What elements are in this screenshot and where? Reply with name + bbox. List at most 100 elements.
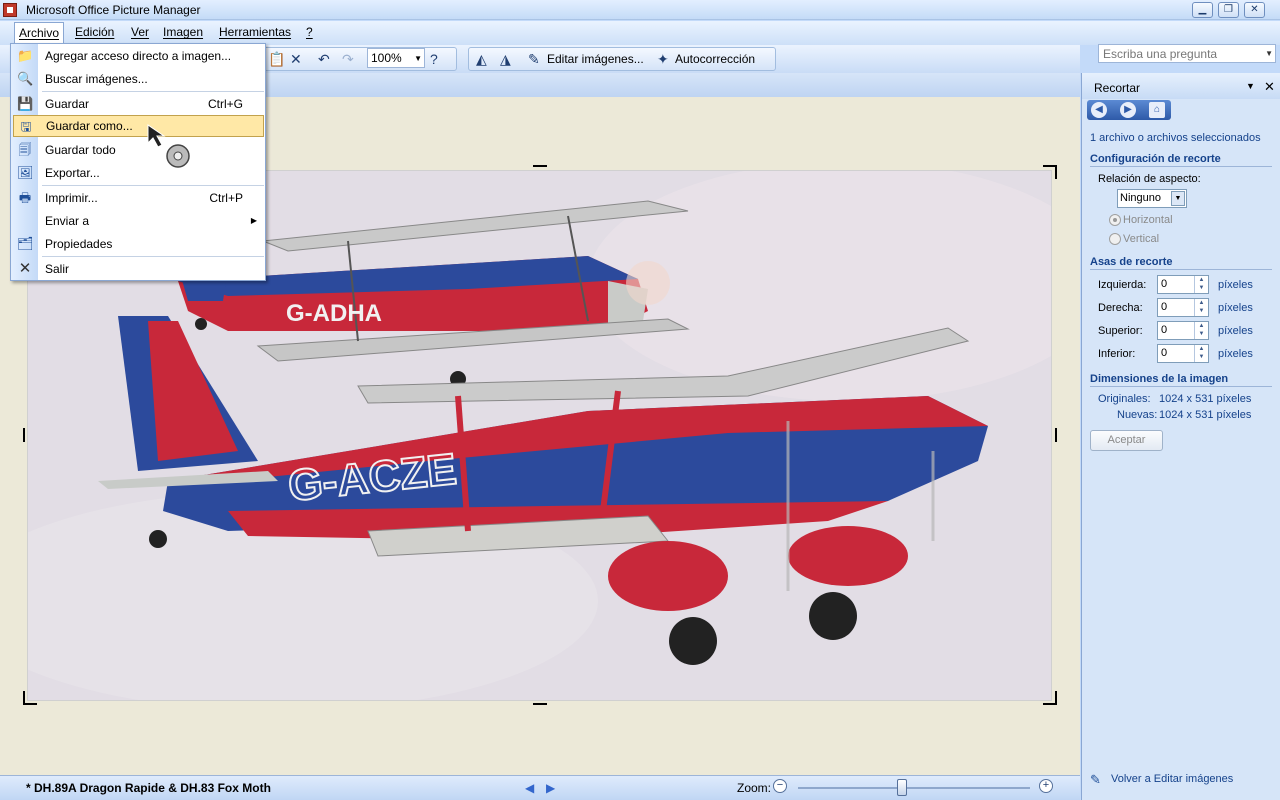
- rotate-left-icon[interactable]: ◭: [476, 51, 487, 68]
- back-icon[interactable]: ◀: [1091, 102, 1107, 118]
- selection-count: 1 archivo o archivos seleccionados: [1090, 132, 1261, 144]
- close-window-button[interactable]: ✕: [1244, 2, 1265, 18]
- crop-handle-top[interactable]: [533, 165, 547, 167]
- menu-separator: [42, 185, 264, 186]
- chevron-down-icon[interactable]: ▼: [1246, 81, 1255, 91]
- save-as-icon: 🖫: [20, 119, 32, 134]
- crop-handle-left[interactable]: [23, 428, 25, 442]
- menu-archivo[interactable]: Archivo: [14, 22, 65, 45]
- aspect-ratio-label: Relación de aspecto:: [1098, 173, 1201, 185]
- left-spinner[interactable]: 0 ▲ ▼: [1157, 275, 1209, 294]
- crop-settings-heading: Configuración de recorte: [1090, 153, 1272, 167]
- bottom-value: 0: [1161, 347, 1168, 359]
- status-filename: * DH.89A Dragon Rapide & DH.83 Fox Moth: [26, 781, 271, 795]
- original-dimensions-value: 1024 x 531 píxeles: [1159, 393, 1252, 405]
- edit-images-button[interactable]: Editar imágenes...: [547, 52, 644, 66]
- previous-image-icon[interactable]: ◀: [525, 781, 534, 795]
- zoom-combo-value: 100%: [371, 51, 402, 65]
- menu-item-send-to[interactable]: Enviar a ▶: [11, 210, 265, 232]
- chevron-down-icon[interactable]: ▼: [1171, 191, 1185, 206]
- next-image-icon[interactable]: ▶: [546, 781, 555, 795]
- properties-icon: 🗂: [17, 236, 34, 251]
- menu-imagen[interactable]: Imagen: [163, 25, 203, 39]
- edit-images-icon[interactable]: ✎: [528, 51, 540, 68]
- aspect-ratio-select[interactable]: Ninguno ▼: [1117, 189, 1187, 208]
- zoom-combo[interactable]: 100% ▼: [367, 48, 425, 68]
- ask-question-placeholder: Escriba una pregunta: [1103, 47, 1218, 61]
- menu-item-label: Imprimir...: [45, 191, 98, 205]
- home-icon[interactable]: ⌂: [1149, 102, 1165, 118]
- top-spinner[interactable]: 0 ▲ ▼: [1157, 321, 1209, 340]
- back-to-edit-link[interactable]: Volver a Editar imágenes: [1111, 773, 1233, 785]
- close-pane-icon[interactable]: ✕: [1264, 79, 1275, 95]
- left-label: Izquierda:: [1098, 279, 1147, 291]
- spin-arrows-icon[interactable]: ▲ ▼: [1194, 276, 1208, 293]
- ask-question-input[interactable]: Escriba una pregunta ▼: [1098, 44, 1276, 63]
- menu-item-properties[interactable]: 🗂 Propiedades: [11, 233, 265, 255]
- menu-item-export[interactable]: 🖼 Exportar...: [11, 162, 265, 184]
- save-icon: 💾: [17, 96, 34, 111]
- crop-task-pane: Recortar ▼ ✕ ◀ ▶ ⌂ 1 archivo o archivos …: [1081, 73, 1280, 800]
- menu-herramientas[interactable]: Herramientas: [219, 25, 291, 39]
- help-icon[interactable]: ?: [430, 51, 438, 67]
- zoom-label: Zoom:: [737, 781, 772, 795]
- menu-item-save-all[interactable]: 🗐 Guardar todo: [11, 139, 265, 161]
- aspect-ratio-value: Ninguno: [1120, 192, 1161, 204]
- menu-item-find-images[interactable]: 🔍 Buscar imágenes...: [11, 68, 265, 90]
- busy-cursor-icon: [147, 124, 190, 168]
- menu-item-label: Buscar imágenes...: [45, 72, 148, 86]
- vertical-radio[interactable]: [1109, 233, 1121, 245]
- minimize-button[interactable]: ▁: [1192, 2, 1213, 18]
- forward-icon[interactable]: ▶: [1120, 102, 1136, 118]
- left-value: 0: [1161, 278, 1168, 290]
- new-dimensions-value: 1024 x 531 píxeles: [1159, 409, 1252, 421]
- menu-item-exit[interactable]: ✕ Salir: [11, 258, 265, 280]
- bottom-spinner[interactable]: 0 ▲ ▼: [1157, 344, 1209, 363]
- maximize-button[interactable]: ❐: [1218, 2, 1239, 18]
- menu-item-save[interactable]: 💾 Guardar Ctrl+G: [11, 93, 265, 115]
- bottom-label: Inferior:: [1098, 348, 1136, 360]
- crop-handle-bottom[interactable]: [533, 703, 547, 705]
- rotate-right-icon[interactable]: ◮: [500, 51, 511, 68]
- zoom-in-icon[interactable]: +: [1039, 779, 1053, 793]
- menu-ver[interactable]: Ver: [131, 25, 149, 39]
- crop-handle-bottom-right-v[interactable]: [1055, 691, 1057, 705]
- autocorrect-icon[interactable]: ✦: [657, 51, 669, 68]
- right-spinner[interactable]: 0 ▲ ▼: [1157, 298, 1209, 317]
- menu-item-label: Guardar como...: [46, 119, 133, 133]
- menu-item-label: Agregar acceso directo a imagen...: [45, 49, 232, 63]
- spin-arrows-icon[interactable]: ▲ ▼: [1194, 345, 1208, 362]
- menu-item-add-shortcut[interactable]: 📁 Agregar acceso directo a imagen...: [11, 45, 265, 67]
- zoom-out-icon[interactable]: −: [773, 779, 787, 793]
- crop-handle-bottom-left[interactable]: [23, 703, 37, 705]
- autocorrect-button[interactable]: Autocorrección: [675, 52, 755, 66]
- delete-icon[interactable]: ✕: [290, 51, 302, 68]
- spin-arrows-icon[interactable]: ▲ ▼: [1194, 299, 1208, 316]
- zoom-slider-track[interactable]: [798, 787, 1030, 789]
- zoom-slider-thumb[interactable]: [897, 779, 908, 796]
- accept-button[interactable]: Aceptar: [1090, 430, 1163, 451]
- crop-handle-top-right-v[interactable]: [1055, 165, 1057, 179]
- chevron-down-icon[interactable]: ▼: [414, 54, 422, 63]
- horizontal-radio[interactable]: [1109, 214, 1121, 226]
- vertical-label: Vertical: [1123, 233, 1160, 245]
- menu-item-print[interactable]: 🖶 Imprimir... Ctrl+P: [11, 187, 265, 209]
- bottom-unit: píxeles: [1218, 348, 1253, 360]
- menu-help[interactable]: ?: [306, 25, 313, 39]
- redo-icon[interactable]: ↷: [342, 51, 354, 68]
- menu-item-label: Exportar...: [45, 166, 100, 180]
- menu-separator: [42, 91, 264, 92]
- menu-edicion[interactable]: Edición: [75, 25, 114, 39]
- undo-icon[interactable]: ↶: [318, 51, 330, 68]
- right-label: Derecha:: [1098, 302, 1143, 314]
- horizontal-label: Horizontal: [1123, 214, 1173, 226]
- top-label: Superior:: [1098, 325, 1143, 337]
- picture-manager-icon: [3, 3, 17, 17]
- paste-icon[interactable]: 📋: [268, 51, 285, 68]
- spin-arrows-icon[interactable]: ▲ ▼: [1194, 322, 1208, 339]
- crop-handle-bottom-left-v[interactable]: [23, 691, 25, 705]
- chevron-down-icon[interactable]: ▼: [1265, 49, 1273, 58]
- new-dimensions-label: Nuevas:: [1117, 409, 1158, 421]
- crop-handle-right[interactable]: [1055, 428, 1057, 442]
- menu-item-save-as[interactable]: 🖫 Guardar como...: [13, 115, 264, 137]
